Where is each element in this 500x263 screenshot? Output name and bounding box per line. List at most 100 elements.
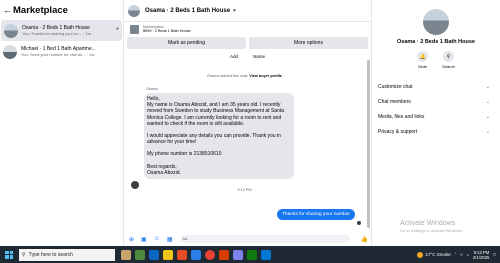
mute-label: Mute [418, 64, 428, 69]
details-sections: Customize chat ⌄ Chat members ⌄ Media, fil… [372, 79, 500, 139]
listing-banner[interactable]: Marketplace $999 · 2 Beds 1 Bath House [124, 22, 371, 36]
listing-price-title: $999 · 2 Beds 1 Bath House [143, 29, 191, 33]
taskbar-app-icon[interactable] [261, 249, 271, 260]
message-paragraph: I would appreciate any details you can p… [147, 133, 281, 146]
bell-icon: 🔔 [417, 51, 429, 62]
sticker-icon[interactable]: ☺ [154, 236, 160, 242]
image-icon[interactable]: ▣ [141, 236, 147, 243]
windows-taskbar: ⚲ Type here to search 17°C Smoke ˆ ≈ ♪ 9… [0, 246, 500, 263]
taskbar-clock[interactable]: 9:13 PM 2/1/2025 [473, 250, 489, 260]
wifi-icon[interactable]: ≈ [460, 252, 462, 257]
folder-icon[interactable] [163, 249, 173, 260]
incoming-message-bubble: Hello, My name is Osama Abozid, and I am… [144, 93, 294, 180]
search-icon: ⚲ [22, 251, 26, 258]
taskbar-app-icon[interactable] [233, 249, 243, 260]
system-message-text: Osama started this chat. [207, 74, 249, 78]
taskbar-app-icon[interactable] [121, 249, 131, 260]
chat-title: Osama · 2 Beds 1 Bath House [145, 7, 231, 14]
seen-avatar [357, 221, 361, 225]
taskbar-search-box[interactable]: ⚲ Type here to search [19, 248, 115, 261]
message-input[interactable]: Aa [179, 235, 350, 243]
sidebar-header: ← Marketplace [0, 0, 123, 20]
messenger-app: ← Marketplace Osama · 2 Beds 1 Bath Hous… [0, 0, 500, 246]
chevron-down-icon: ⌄ [485, 83, 490, 90]
sun-icon [417, 251, 424, 258]
watermark-subtitle: Go to Settings to activate Windows. [400, 228, 464, 233]
taskbar-app-icon[interactable] [135, 249, 145, 260]
avatar [3, 44, 17, 59]
windows-start-icon[interactable] [3, 249, 15, 261]
taskbar-app-icon[interactable] [219, 249, 229, 260]
section-customize-chat[interactable]: Customize chat ⌄ [372, 79, 500, 94]
avatar [423, 9, 449, 35]
chevron-down-icon: ⌄ [485, 128, 490, 135]
listing-actions: Mark as pending More options [124, 36, 371, 50]
chevron-up-icon[interactable]: ˆ [455, 252, 457, 257]
chat-header[interactable]: Osama · 2 Beds 1 Bath House ▼ [124, 0, 371, 22]
name-label: Name [253, 54, 266, 59]
weather-text: 17°C Smoke [425, 252, 451, 257]
view-buyer-profile-link[interactable]: View buyer profile [249, 74, 282, 78]
notification-icon[interactable]: □ [493, 252, 496, 257]
outgoing-message-bubble: Thanks for sharing your number [277, 209, 355, 220]
profile-fields-row: Add Name [124, 54, 365, 61]
search-label: Search [442, 64, 455, 69]
chevron-down-icon: ⌄ [485, 98, 490, 105]
mute-button[interactable]: 🔔 Mute [417, 51, 429, 69]
section-privacy-support[interactable]: Privacy & support ⌄ [372, 124, 500, 139]
sender-avatar [131, 181, 139, 189]
avatar [128, 4, 140, 17]
chrome-icon[interactable] [205, 249, 215, 260]
taskbar-app-icon[interactable] [149, 249, 159, 260]
details-title: Osama · 2 Beds 1 Bath House [397, 39, 475, 45]
message-paragraph: My phone number is 2138510610 [147, 151, 222, 158]
listing-thumbnail [130, 24, 139, 34]
edge-icon[interactable] [191, 249, 201, 260]
section-label: Media, files and links [378, 113, 425, 120]
section-media-files-links[interactable]: Media, files and links ⌄ [372, 109, 500, 124]
message-paragraph: Hello, My name is Osama Abozid, and I am… [147, 96, 285, 127]
volume-icon[interactable]: ♪ [467, 252, 469, 257]
add-label: Add [230, 54, 239, 59]
plus-circle-icon[interactable]: ⊕ [129, 236, 134, 243]
watermark-title: Activate Windows [400, 220, 456, 227]
taskbar-app-icon[interactable] [247, 249, 257, 260]
section-chat-members[interactable]: Chat members ⌄ [372, 94, 500, 109]
sidebar-title: Marketplace [13, 4, 68, 16]
gif-icon[interactable]: ▦ [167, 236, 173, 243]
conversation-item[interactable]: Osama · 2 Beds 1 Bath House You: Thanks … [1, 20, 122, 41]
conversation-sidebar: ← Marketplace Osama · 2 Beds 1 Bath Hous… [0, 0, 124, 246]
message-timestamp: 9:12 PM [237, 188, 252, 193]
avatar [4, 23, 18, 38]
thumbs-up-icon[interactable]: 👍 [361, 236, 368, 243]
clock-time: 9:13 PM [473, 249, 490, 255]
more-options-button[interactable]: More options [249, 37, 368, 49]
search-icon: ⚲ [443, 51, 454, 62]
taskbar-search-placeholder: Type here to search [28, 251, 73, 258]
pinned-apps [121, 249, 271, 260]
activate-windows-watermark: Activate Windows Go to Settings to activ… [400, 220, 463, 233]
conversation-item[interactable]: Michael · 1 Bed 1 Bath Apartme... You: S… [0, 41, 123, 62]
chat-pane: Osama · 2 Beds 1 Bath House ▼ Marketplac… [124, 0, 371, 246]
message-composer: ⊕ ▣ ☺ ▦ Aa 👍 [124, 232, 371, 246]
taskbar-app-icon[interactable] [177, 249, 187, 260]
conversation-snippet: You: Send your number for visit an... · … [21, 52, 95, 57]
system-message: Osama started this chat. View buyer prof… [124, 74, 365, 78]
read-receipt-icon: ● [115, 26, 119, 32]
conversation-snippet: You: Thanks for sharing your nu... · 1m [22, 31, 91, 36]
mark-as-pending-button[interactable]: Mark as pending [127, 37, 246, 49]
chevron-down-icon: ▼ [232, 7, 237, 14]
message-paragraph: Best regards, Osama Abozid. [147, 163, 181, 176]
weather-widget[interactable]: 17°C Smoke [417, 251, 451, 258]
chat-details-panel: Osama · 2 Beds 1 Bath House 🔔 Mute ⚲ Sea… [371, 0, 500, 246]
search-button[interactable]: ⚲ Search [442, 51, 455, 69]
section-label: Privacy & support [378, 128, 418, 135]
section-label: Chat members [378, 98, 411, 105]
arrow-left-icon[interactable]: ← [3, 5, 13, 15]
message-list: Add Name Osama started this chat. View b… [124, 54, 365, 230]
section-label: Customize chat [378, 83, 413, 90]
sender-name: Osama [146, 87, 158, 91]
chevron-down-icon: ⌄ [485, 113, 490, 120]
clock-date: 2/1/2025 [472, 254, 490, 260]
chat-scrollbar[interactable] [367, 60, 370, 228]
